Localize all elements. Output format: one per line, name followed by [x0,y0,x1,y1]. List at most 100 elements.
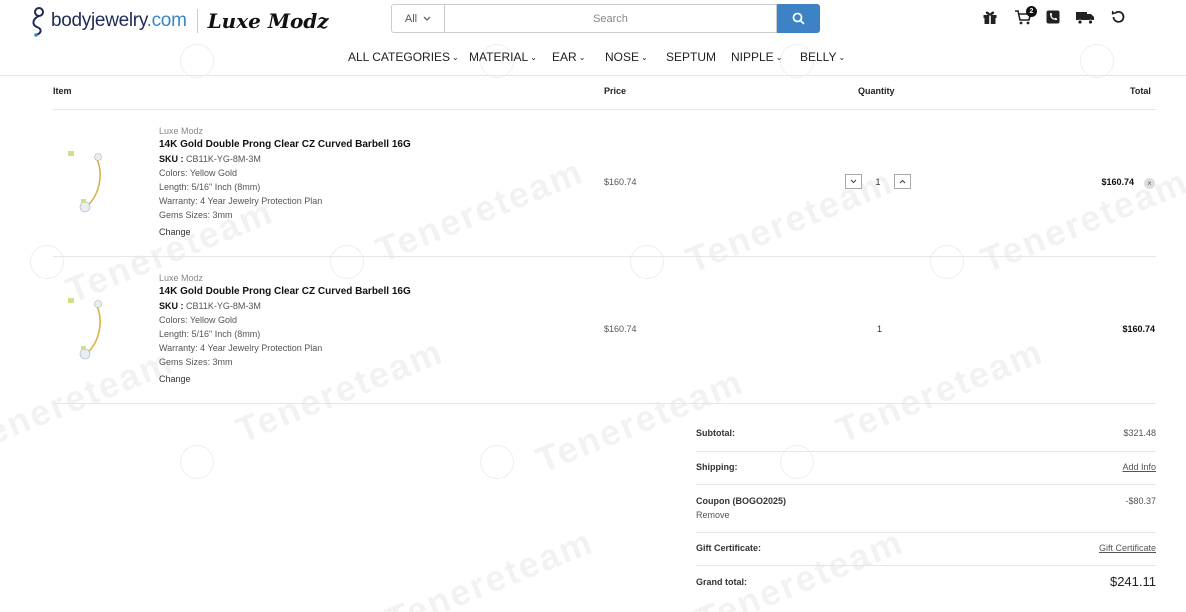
product-name[interactable]: 14K Gold Double Prong Clear CZ Curved Ba… [159,138,411,152]
quantity-decrease-button[interactable] [845,174,862,189]
search-input[interactable] [444,4,777,33]
sku-label: SKU : [159,154,184,164]
nav-item-label: NOSE [605,50,640,64]
chevron-down-icon: ⌄ [530,52,537,62]
nav-item-label: BELLY [800,50,837,64]
search-button[interactable] [777,4,820,33]
product-name[interactable]: 14K Gold Double Prong Clear CZ Curved Ba… [159,285,411,299]
search-icon [792,12,805,25]
gift-icon[interactable] [982,9,998,25]
nav-item-label: SEPTUM [666,50,717,64]
product-gems: Gems Sizes: 3mm [159,210,233,220]
divider [696,532,1156,533]
sku-value: CB11K-YG-8M-3M [186,301,261,311]
watermark-text: Tenereteam [380,520,599,612]
chevron-down-icon: ⌄ [641,52,648,62]
divider [53,403,1156,404]
coupon-label: Coupon (BOGO2025) [696,496,787,506]
cart-item-row: Luxe Modz 14K Gold Double Prong Clear CZ… [0,110,1186,257]
item-price: $160.74 [604,324,637,334]
product-colors: Colors: Yellow Gold [159,315,238,325]
product-sku: SKU : CB11K-YG-8M-3M [159,299,411,313]
nav-item-nose[interactable]: NOSE ⌄ [605,50,648,64]
logo-wordmark: bodyjewelry.com [51,10,187,31]
nav-item-all-categories[interactable]: ALL CATEGORIES ⌄ [348,50,459,64]
nav-item-label: NIPPLE [731,50,774,64]
truck-icon[interactable] [1075,9,1095,25]
cart-item-row: Luxe Modz 14K Gold Double Prong Clear CZ… [0,257,1186,404]
shipping-label: Shipping: [696,462,738,472]
chevron-up-icon [899,179,906,184]
product-brand: Luxe Modz [159,126,204,136]
product-details: Luxe Modz 14K Gold Double Prong Clear CZ… [159,271,411,386]
coupon-remove-link[interactable]: Remove [696,510,730,520]
grand-total-value: $241.11 [1109,574,1156,589]
product-thumbnail[interactable] [64,145,114,225]
quantity-increase-button[interactable] [894,174,911,189]
nav-item-belly[interactable]: BELLY ⌄ [800,50,845,64]
product-warranty: Warranty: 4 Year Jewelry Protection Plan [159,343,323,353]
product-length: Length: 5/16" Inch (8mm) [159,182,261,192]
item-total: $160.74 [1101,177,1134,187]
cart-count-badge: 2 [1026,6,1037,17]
quantity-stepper: 1 [845,174,911,189]
product-length: Length: 5/16" Inch (8mm) [159,329,261,339]
refresh-icon[interactable] [1110,9,1126,25]
column-header-price: Price [604,86,627,96]
coupon-value: -$80.37 [1125,496,1156,506]
product-warranty: Warranty: 4 Year Jewelry Protection Plan [159,196,323,206]
site-logo[interactable]: bodyjewelry.com Luxe Modz [28,4,329,38]
subtotal-label: Subtotal: [696,428,735,438]
grand-total-label: Grand total: [696,577,747,587]
search-category-select[interactable]: All [391,4,444,33]
subtotal-value: $321.48 [1123,428,1156,438]
close-icon: × [1147,179,1152,188]
product-thumbnail[interactable] [64,292,114,372]
chevron-down-icon: ⌄ [838,52,846,62]
chevron-down-icon [850,179,857,184]
column-header-total: Total [1130,86,1151,96]
product-details: Luxe Modz 14K Gold Double Prong Clear CZ… [159,124,411,239]
sku-value: CB11K-YG-8M-3M [186,154,261,164]
gift-certificate-label: Gift Certificate: [696,543,762,553]
nav-item-label: MATERIAL [469,50,529,64]
product-gems: Gems Sizes: 3mm [159,357,233,367]
product-sku: SKU : CB11K-YG-8M-3M [159,152,411,166]
divider [696,451,1156,452]
change-link[interactable]: Change [159,372,411,386]
search-category-label: All [404,12,418,25]
quantity-value: 1 [877,324,883,334]
nav-item-label: EAR [552,50,577,64]
chevron-down-icon: ⌄ [775,52,783,62]
luxe-modz-logo[interactable]: Luxe Modz [208,9,329,33]
nav-item-label: ALL CATEGORIES [348,50,451,64]
quantity-value[interactable]: 1 [862,177,894,187]
divider [696,565,1156,566]
column-header-quantity: Quantity [858,86,895,96]
chevron-down-icon: ⌄ [578,52,586,62]
chevron-down-icon [423,16,431,21]
gift-certificate-link[interactable]: Gift Certificate [1099,543,1156,553]
nav-item-ear[interactable]: EAR ⌄ [552,50,585,64]
main-nav: ALL CATEGORIES ⌄ MATERIAL ⌄ EAR ⌄ NOSE ⌄ SEP… [0,50,1186,68]
change-link[interactable]: Change [159,225,411,239]
watermark-seal-icon [480,445,514,479]
phone-icon[interactable] [1045,9,1061,25]
search-bar: All [391,4,820,33]
product-colors: Colors: Yellow Gold [159,168,238,178]
nav-item-material[interactable]: MATERIAL ⌄ [469,50,537,64]
sku-label: SKU : [159,301,184,311]
logo-divider [196,9,198,33]
chevron-down-icon: ⌄ [452,52,459,62]
product-brand: Luxe Modz [159,273,204,283]
shipping-add-info-link[interactable]: Add Info [1122,462,1156,472]
item-total: $160.74 [1122,324,1155,334]
column-header-item: Item [53,86,72,96]
item-price: $160.74 [604,177,637,187]
site-header: bodyjewelry.com Luxe Modz All 2 ALL CATE… [0,0,1186,76]
nav-item-nipple[interactable]: NIPPLE ⌄ [731,50,782,64]
remove-item-button[interactable]: × [1144,178,1155,189]
nav-item-septum[interactable]: SEPTUM [666,50,716,64]
bodyjewelry-logo-icon [32,7,44,37]
divider [696,484,1156,485]
